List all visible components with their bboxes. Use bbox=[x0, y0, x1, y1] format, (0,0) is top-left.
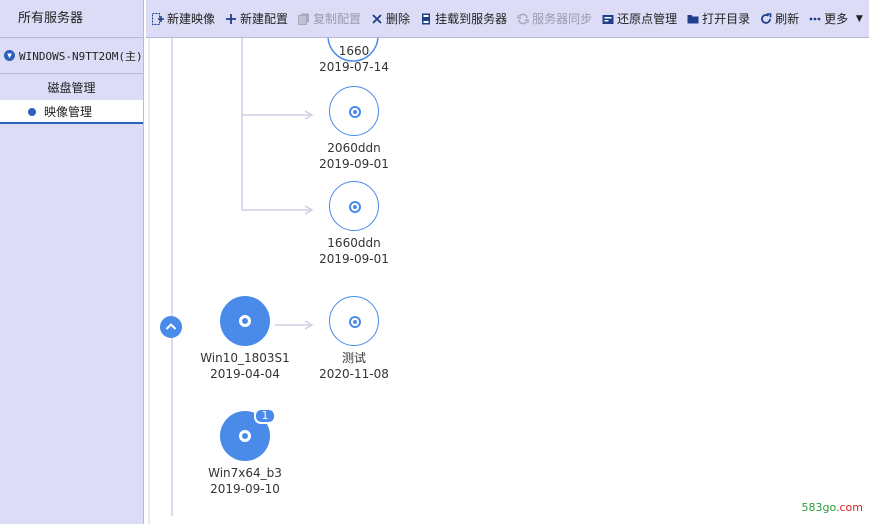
new-config-button[interactable]: 新建配置 bbox=[225, 10, 288, 27]
caret-down-icon: ▼ bbox=[850, 13, 863, 24]
copy-icon bbox=[298, 13, 310, 25]
sidebar: 所有服务器 ▼ WINDOWS-N9TT2OM(主) 磁盘管理 映像管理 bbox=[0, 0, 144, 524]
restore-point-label: 还原点管理 bbox=[617, 12, 678, 26]
image-name: 测试 bbox=[341, 351, 366, 365]
image-date: 2019-09-01 bbox=[319, 252, 389, 266]
image-name: Win7x64_b3 bbox=[208, 466, 282, 480]
close-icon bbox=[371, 13, 383, 25]
restore-point-button[interactable]: 还原点管理 bbox=[602, 10, 677, 27]
image-name: 1660ddn bbox=[327, 236, 381, 250]
image-date: 2019-09-10 bbox=[210, 482, 280, 496]
disc-icon[interactable] bbox=[329, 86, 379, 136]
sidebar-item-label: 映像管理 bbox=[44, 105, 93, 119]
app-window: 所有服务器 ▼ WINDOWS-N9TT2OM(主) 磁盘管理 映像管理 新建映… bbox=[0, 0, 869, 524]
image-date: 2019-09-01 bbox=[319, 157, 389, 171]
toolbar: 新建映像 新建配置 复制配置 删除 挂载到服务器 服务器同步 还原点管理 打开目… bbox=[146, 0, 869, 38]
delete-button[interactable]: 删除 bbox=[371, 10, 410, 27]
sidebar-item-disk-management[interactable]: 磁盘管理 bbox=[0, 76, 143, 100]
image-node-2060ddn[interactable]: 2060ddn 2019-09-01 bbox=[312, 86, 396, 172]
open-directory-label: 打开目录 bbox=[702, 12, 751, 26]
image-date: 2019-07-14 bbox=[319, 60, 389, 74]
image-tree-panel: 1660 2019-07-14 2060ddn 2019-09-01 1660d… bbox=[148, 38, 869, 524]
mount-to-server-button[interactable]: 挂载到服务器 bbox=[420, 10, 507, 27]
image-node-1660[interactable]: 1660 2019-07-14 bbox=[312, 43, 396, 75]
image-date: 2020-11-08 bbox=[319, 367, 389, 381]
plus-icon bbox=[225, 13, 237, 25]
chevron-down-icon[interactable]: ▼ bbox=[4, 50, 15, 61]
selected-dot-icon bbox=[28, 108, 36, 116]
chevron-up-icon[interactable] bbox=[160, 316, 182, 338]
count-badge: 1 bbox=[254, 408, 276, 424]
refresh-icon bbox=[760, 12, 772, 25]
server-icon bbox=[420, 13, 432, 25]
image-node-win10[interactable]: Win10_1803S1 2019-04-04 bbox=[198, 296, 292, 382]
disc-icon[interactable] bbox=[329, 181, 379, 231]
server-sync-button[interactable]: 服务器同步 bbox=[517, 10, 592, 27]
server-item[interactable]: ▼ WINDOWS-N9TT2OM(主) bbox=[0, 38, 143, 74]
folder-icon bbox=[687, 13, 699, 25]
image-node-1660ddn[interactable]: 1660ddn 2019-09-01 bbox=[312, 181, 396, 267]
sync-icon bbox=[517, 13, 529, 25]
ellipsis-icon bbox=[809, 13, 821, 25]
new-image-button[interactable]: 新建映像 bbox=[152, 10, 215, 27]
open-directory-button[interactable]: 打开目录 bbox=[687, 10, 750, 27]
sidebar-item-image-management[interactable]: 映像管理 bbox=[0, 100, 143, 124]
image-date: 2019-04-04 bbox=[210, 367, 280, 381]
copy-config-button[interactable]: 复制配置 bbox=[298, 10, 361, 27]
copy-config-label: 复制配置 bbox=[313, 12, 362, 26]
disc-icon[interactable] bbox=[220, 296, 270, 346]
image-node-ceshi[interactable]: 测试 2020-11-08 bbox=[312, 296, 396, 382]
image-name: 1660 bbox=[338, 44, 370, 58]
new-image-label: 新建映像 bbox=[167, 12, 216, 26]
disc-icon[interactable] bbox=[329, 296, 379, 346]
more-button[interactable]: 更多 ▼ bbox=[809, 10, 863, 27]
mount-label: 挂载到服务器 bbox=[435, 12, 508, 26]
refresh-button[interactable]: 刷新 bbox=[760, 10, 799, 27]
image-name: Win10_1803S1 bbox=[200, 351, 290, 365]
new-config-label: 新建配置 bbox=[240, 12, 289, 26]
image-name: 2060ddn bbox=[327, 141, 381, 155]
more-label: 更多 bbox=[824, 12, 849, 26]
new-image-icon bbox=[152, 12, 164, 25]
server-sync-label: 服务器同步 bbox=[532, 12, 593, 26]
watermark: 583go.com bbox=[801, 501, 863, 514]
image-node-win7[interactable]: 1 Win7x64_b3 2019-09-10 bbox=[198, 408, 292, 497]
delete-label: 删除 bbox=[386, 12, 411, 26]
all-servers-title[interactable]: 所有服务器 bbox=[0, 0, 143, 38]
refresh-label: 刷新 bbox=[775, 12, 800, 26]
server-name: WINDOWS-N9TT2OM(主) bbox=[19, 49, 143, 63]
disc-icon[interactable]: 1 bbox=[220, 408, 276, 461]
restore-point-icon bbox=[602, 13, 614, 25]
